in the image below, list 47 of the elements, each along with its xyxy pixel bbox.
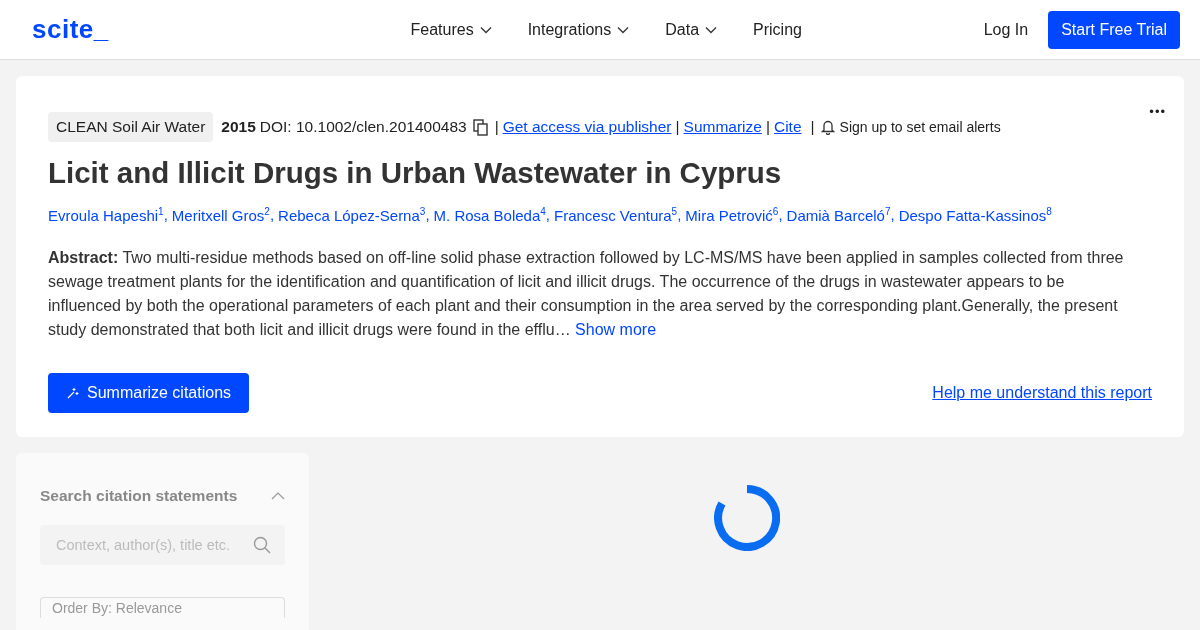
chevron-up-icon[interactable] (271, 492, 285, 500)
comma: , (890, 206, 895, 224)
login-link[interactable]: Log In (983, 20, 1029, 39)
separator: | (810, 118, 815, 135)
author-link[interactable]: Damià Barceló$^{7}$ (786, 206, 891, 224)
author-link[interactable]: Despo Fatta-Kassinos$^{8}$ (898, 206, 1052, 224)
search-icon (253, 536, 271, 554)
comma: , (163, 206, 168, 224)
author-link[interactable]: Mira Petrović$^{6}$ (685, 206, 779, 224)
logo[interactable]: scite_ (32, 14, 109, 45)
author-link[interactable]: Meritxell Gros$^{2}$ (171, 206, 270, 224)
more-options-icon[interactable]: ••• (1149, 104, 1166, 119)
comma: , (778, 206, 783, 224)
copy-icon[interactable] (472, 118, 489, 136)
nav-menu[interactable]: Features (410, 20, 492, 39)
search-field[interactable]: Context, author(s), title etc. (40, 525, 285, 565)
bell-icon[interactable] (820, 119, 835, 135)
separator: | (675, 118, 680, 135)
comma: , (425, 206, 430, 224)
sparkle-icon (66, 386, 79, 400)
comma: , (677, 206, 682, 224)
order-label: Order By: Relevance (52, 600, 182, 618)
journal-tag: CLEAN Soil Air Water (48, 112, 214, 142)
sidebar-heading: Search citation statements (40, 487, 238, 505)
email-alerts-link[interactable]: Sign up to set email alerts (839, 119, 1001, 135)
author-link[interactable]: M. Rosa Boleda$^{4}$ (433, 206, 546, 224)
author-link[interactable]: Rebeca López-Serna$^{3}$ (278, 206, 426, 224)
comma: , (545, 206, 550, 224)
link[interactable]: Cite (773, 118, 802, 135)
start-trial-button[interactable]: Start Free Trial (1048, 10, 1180, 49)
doi: DOI: 10.1002/clen.201400483 (259, 118, 467, 136)
comma: , (269, 206, 275, 224)
link[interactable]: Summarize (683, 118, 762, 135)
nav-menu[interactable]: Data (665, 20, 718, 39)
paper-title: Licit and Illicit Drugs in Urban Wastewater in Cyprus (48, 156, 783, 190)
abstract-text: Abstract: Two multi-residue methods based on off-line solid phase extraction followed by LC-MS/MS have been applied in samples collected from three sewage treatment plants for the identification and quantification of licit and illicit drugs. The occurrence of the drugs in wastewater appears to be influenced by both the operational parameters of each plant and their consumption in the area served by the corresponding plant.Generally, the present study demonstrated that both licit and illicit drugs were found in the efflu… Show more (48, 248, 1125, 340)
separator: | (494, 118, 499, 135)
author-link[interactable]: Evroula Hapeshi$^{1}$ (48, 206, 164, 224)
summarize-citations-button[interactable]: Summarize citations (48, 373, 250, 413)
year: 2015 (221, 118, 256, 136)
help-link[interactable]: Help me understand this report (932, 384, 1152, 402)
separator: | (765, 118, 770, 135)
nav-menu[interactable]: Pricing (753, 20, 802, 39)
author-link[interactable]: Francesc Ventura$^{5}$ (554, 206, 678, 224)
show-more-link[interactable]: Show more (575, 321, 657, 338)
link[interactable]: Get access via publisher (502, 118, 672, 135)
nav-menu[interactable]: Integrations (527, 20, 630, 39)
